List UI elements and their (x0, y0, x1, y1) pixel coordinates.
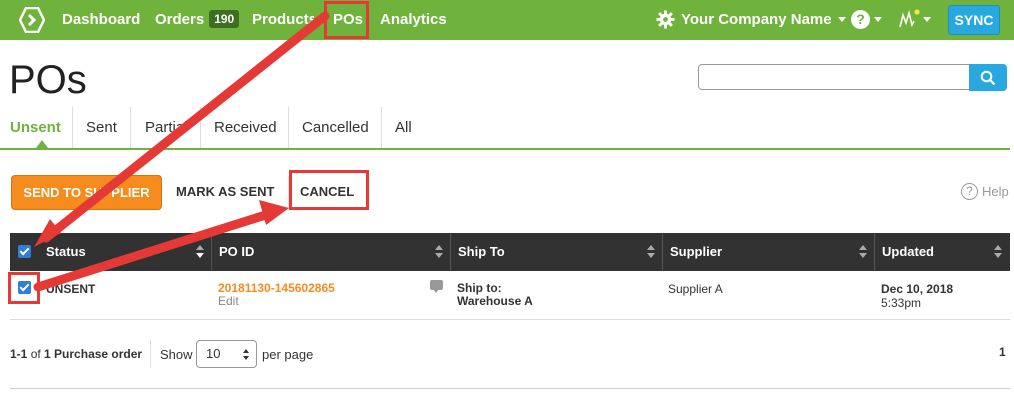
spinner-icon (243, 349, 250, 361)
sort-icon[interactable] (435, 245, 444, 259)
header-updated[interactable]: Updated (882, 233, 934, 271)
help-label: Help (982, 184, 1009, 199)
nav-products[interactable]: Products (252, 11, 314, 28)
tab-received[interactable]: Received (214, 107, 277, 148)
sync-button[interactable]: SYNC (948, 5, 1000, 35)
search-icon (980, 70, 996, 85)
gear-icon (656, 10, 675, 29)
sort-icon[interactable] (859, 245, 868, 259)
header-divider (211, 233, 212, 271)
tab-divider (288, 107, 289, 148)
ship-to-label: Ship to: (457, 281, 502, 295)
footer-divider (150, 340, 151, 368)
activity-menu[interactable] (899, 9, 931, 29)
nav-orders[interactable]: Orders 190 (155, 10, 240, 29)
activity-icon (899, 9, 920, 28)
cancel-highlight-box (289, 170, 369, 210)
chevron-down-icon (874, 17, 882, 22)
tab-partial[interactable]: Partial (145, 107, 189, 148)
search-button[interactable] (969, 64, 1007, 91)
bottom-divider (10, 388, 1010, 389)
header-ship-to[interactable]: Ship To (458, 233, 505, 271)
header-supplier[interactable]: Supplier (670, 233, 722, 271)
status-text: UNSENT (46, 282, 96, 296)
search-input[interactable] (698, 64, 970, 90)
tab-divider (381, 107, 382, 148)
header-divider (662, 233, 663, 271)
per-page-value: 10 (206, 346, 221, 361)
mark-as-sent-button[interactable]: MARK AS SENT (176, 184, 274, 199)
send-to-supplier-button[interactable]: SEND TO SUPPLIER (11, 175, 162, 210)
help-icon: ? (961, 183, 978, 200)
arrow-head-cancel (259, 200, 289, 225)
chevron-down-icon (837, 17, 846, 22)
edit-link[interactable]: Edit (218, 294, 239, 308)
tab-divider (72, 107, 73, 148)
sort-icon[interactable] (196, 245, 205, 259)
table-row[interactable]: UNSENT 20181130-145602865 Edit Ship to: … (10, 271, 1010, 320)
top-nav: Dashboard Orders 190 Products POs Analyti… (0, 0, 1014, 40)
company-menu[interactable]: Your Company Name (656, 10, 846, 29)
sort-icon[interactable] (647, 245, 656, 259)
comment-icon[interactable] (430, 280, 443, 293)
po-id-link[interactable]: 20181130-145602865 (218, 281, 335, 295)
chevron-down-icon (923, 16, 931, 22)
ship-to-value: Warehouse A (457, 294, 533, 308)
supplier-value: Supplier A (668, 282, 723, 296)
pos-highlight-box (324, 1, 369, 39)
header-po-id[interactable]: PO ID (219, 233, 254, 271)
help-icon: ? (851, 10, 870, 29)
result-count: 1-1 of 1 Purchase order (10, 347, 142, 361)
header-divider (450, 233, 451, 271)
header-divider (874, 233, 875, 271)
header-status[interactable]: Status (46, 233, 166, 271)
updated-time: 5:33pm (881, 296, 922, 310)
active-tab-indicator (36, 140, 48, 148)
tab-sent[interactable]: Sent (86, 107, 117, 148)
tab-divider (200, 107, 201, 148)
checkbox-highlight-box (8, 272, 40, 304)
status-tabs: Unsent Sent Partial Received Cancelled A… (0, 107, 1010, 150)
select-all-checkbox[interactable] (18, 245, 31, 258)
result-total: 1 Purchase order (44, 347, 143, 361)
nav-analytics[interactable]: Analytics (380, 11, 447, 28)
result-range: 1-1 (10, 347, 28, 361)
tab-cancelled[interactable]: Cancelled (302, 107, 369, 148)
help-menu[interactable]: ? (851, 10, 882, 29)
table-header: Status PO ID Ship To Supplier Updated (10, 233, 1010, 271)
tab-divider (130, 107, 131, 148)
help-link[interactable]: ? Help (961, 183, 1009, 200)
updated-date: Dec 10, 2018 (881, 282, 954, 296)
page-title: POs (9, 58, 87, 102)
result-of: of (30, 347, 41, 361)
page-number[interactable]: 1 (999, 345, 1006, 359)
show-label: Show (160, 347, 193, 362)
sort-icon[interactable] (994, 245, 1003, 259)
per-page-label: per page (262, 347, 314, 362)
nav-dashboard[interactable]: Dashboard (62, 11, 140, 28)
per-page-select[interactable]: 10 (196, 340, 257, 368)
nav-orders-label: Orders (155, 11, 205, 28)
orders-count-badge: 190 (209, 10, 240, 28)
logo-icon[interactable] (19, 7, 45, 33)
company-name: Your Company Name (681, 11, 832, 28)
tab-all[interactable]: All (395, 107, 412, 148)
